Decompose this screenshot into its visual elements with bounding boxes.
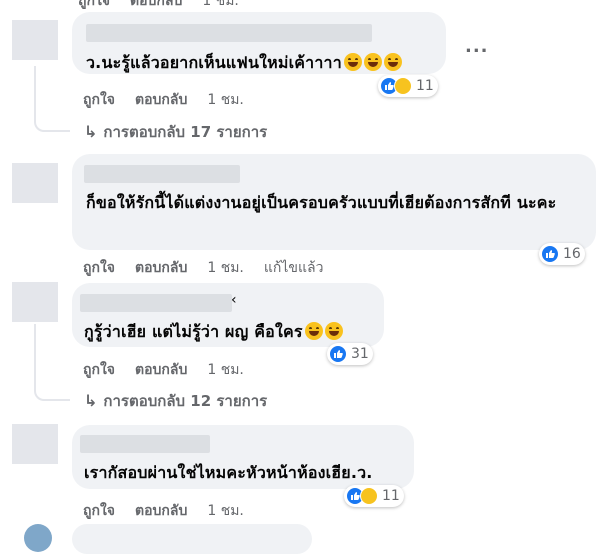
like-button[interactable]: ถูกใจ: [83, 503, 115, 519]
reaction-summary[interactable]: 11: [378, 75, 438, 97]
comment-time: 1 ชม.: [202, 0, 239, 9]
edited-label[interactable]: แก้ไขแล้ว: [264, 260, 324, 276]
comment-bubble: [72, 524, 312, 554]
comment-text: กูรู้ว่าเฮีย แต่ไม่รู้ว่า ผญ คือใคร: [84, 320, 343, 345]
reaction-summary[interactable]: 31: [327, 343, 373, 365]
grin-sweat-emoji-icon: [363, 53, 382, 71]
view-replies-link[interactable]: ↳ การตอบกลับ 17 รายการ: [84, 120, 267, 144]
reaction-count: 11: [416, 78, 434, 94]
reply-button[interactable]: ตอบกลับ: [135, 260, 187, 276]
grin-sweat-emoji-icon: [383, 53, 402, 71]
reply-thread-line: [34, 324, 70, 401]
commenter-name-suffix: ‹: [231, 292, 237, 308]
reaction-count: 31: [351, 346, 369, 362]
haha-reaction-icon: [394, 77, 412, 95]
like-button[interactable]: ถูกใจ: [83, 362, 115, 378]
commenter-name[interactable]: [84, 165, 240, 183]
commenter-name[interactable]: [80, 435, 210, 453]
reaction-count: 16: [563, 246, 581, 262]
like-button[interactable]: ถูกใจ: [83, 260, 115, 276]
like-button[interactable]: ถูกใจ: [83, 92, 115, 108]
avatar[interactable]: [12, 163, 58, 203]
reply-button[interactable]: ตอบกลับ: [135, 503, 187, 519]
like-reaction-icon: [329, 345, 347, 363]
reply-thread-line: [34, 66, 70, 132]
comment-actions: ถูกใจ ตอบกลับ 1 ชม.: [83, 500, 264, 522]
reply-arrow-icon: ↳: [84, 391, 98, 410]
avatar[interactable]: [12, 282, 58, 322]
reply-button[interactable]: ตอบกลับ: [130, 0, 182, 9]
comment-text: เรากัสอบผ่านใช่ไหมคะหัวหน้าห้องเฮีย.ว.: [84, 463, 373, 482]
comment-actions: ถูกใจ ตอบกลับ 1 ชม.: [83, 89, 264, 111]
like-button[interactable]: ถูกใจ: [78, 0, 110, 9]
comment-time: 1 ชม.: [207, 362, 244, 378]
commenter-name[interactable]: [80, 294, 232, 312]
comment-time: 1 ชม.: [207, 260, 244, 276]
more-options-icon[interactable]: ...: [465, 36, 489, 57]
comment-time: 1 ชม.: [207, 503, 244, 519]
reaction-summary[interactable]: 16: [539, 243, 585, 265]
grin-sweat-emoji-icon: [343, 53, 362, 71]
comment-actions-top: ถูกใจ ตอบกลับ 1 ชม.: [78, 0, 259, 12]
grin-sweat-emoji-icon: [304, 322, 323, 340]
reaction-summary[interactable]: 11: [344, 485, 404, 507]
avatar[interactable]: [24, 524, 52, 552]
comment-actions: ถูกใจ ตอบกลับ 1 ชม. แก้ไขแล้ว: [83, 257, 343, 279]
reply-button[interactable]: ตอบกลับ: [135, 92, 187, 108]
avatar[interactable]: [12, 424, 58, 464]
view-replies-link[interactable]: ↳ การตอบกลับ 12 รายการ: [84, 389, 267, 413]
reply-arrow-icon: ↳: [84, 122, 98, 141]
comment-time: 1 ชม.: [207, 92, 244, 108]
grin-sweat-emoji-icon: [324, 322, 343, 340]
reaction-count: 11: [382, 488, 400, 504]
haha-reaction-icon: [360, 487, 378, 505]
comment-actions: ถูกใจ ตอบกลับ 1 ชม.: [83, 359, 264, 381]
comment-text: ก็ขอให้รักนี้ได้แต่งงานอยู่เป็นครอบครัวแ…: [86, 193, 557, 212]
reply-button[interactable]: ตอบกลับ: [135, 362, 187, 378]
like-reaction-icon: [541, 245, 559, 263]
commenter-name[interactable]: [86, 24, 372, 42]
avatar[interactable]: [12, 20, 58, 60]
comment-text: ว.นะรู้แล้วอยากเห็นแฟนใหม่เค้าาาา: [86, 51, 402, 76]
